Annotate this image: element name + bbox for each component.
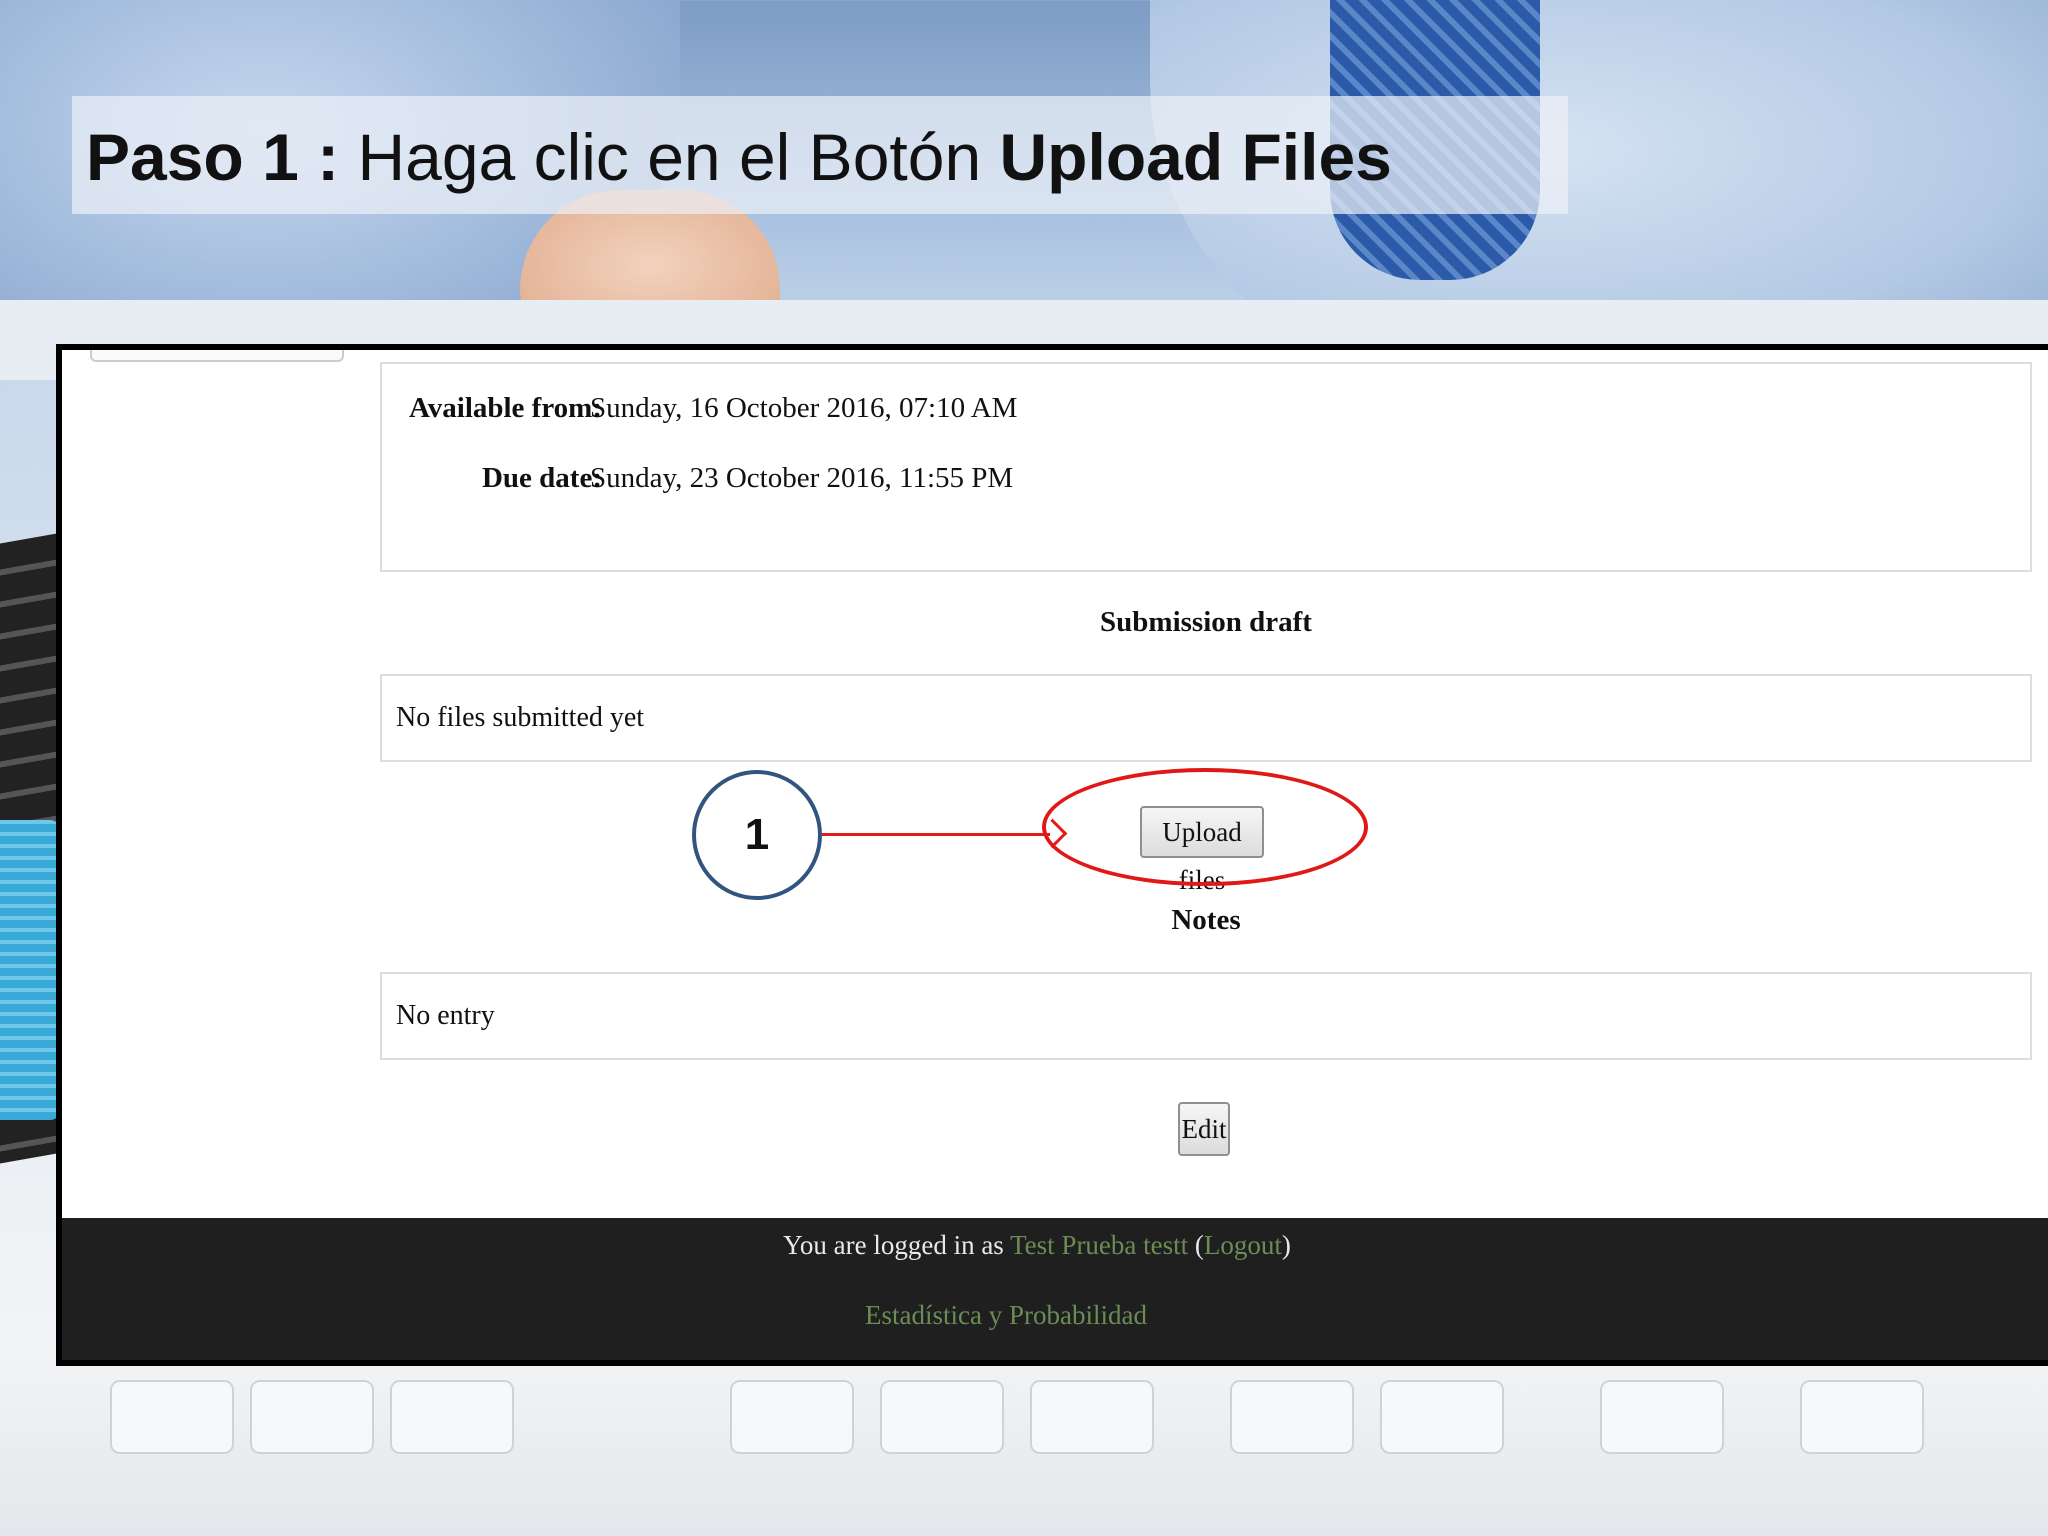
background-key <box>1230 1380 1354 1454</box>
notes-heading: Notes <box>1171 904 1241 936</box>
assignment-screenshot: Available from: Sunday, 16 October 2016,… <box>56 344 2048 1366</box>
files-status: No files submitted yet <box>396 702 645 733</box>
edit-button[interactable]: Edit <box>1178 1102 1230 1156</box>
block-tab <box>90 350 344 362</box>
logout-close-paren: ) <box>1281 1230 1291 1260</box>
background-key <box>1800 1380 1924 1454</box>
submission-draft-heading: Submission draft <box>1100 606 1312 638</box>
slide-title: Paso 1 : Haga clic en el Botón Upload Fi… <box>86 112 1392 202</box>
background-key <box>250 1380 374 1454</box>
course-home-link[interactable]: Estadística y Probabilidad <box>62 1300 2048 1331</box>
background-key <box>390 1380 514 1454</box>
notes-box: No entry <box>380 972 2032 1060</box>
notes-entry: No entry <box>396 1000 495 1031</box>
title-step: Paso 1 : <box>86 120 340 194</box>
highlight-ellipse <box>1042 768 1368 886</box>
course-name: Estadística y Probabilidad <box>865 1300 1147 1330</box>
page-footer: You are logged in as Test Prueba testt (… <box>62 1218 2048 1360</box>
background-key <box>730 1380 854 1454</box>
step-number-badge: 1 <box>692 770 822 900</box>
title-instruction: Haga clic en el Botón <box>339 120 1000 194</box>
due-date-value: Sunday, 23 October 2016, 11:55 PM <box>590 462 1014 494</box>
login-info: You are logged in as Test Prueba testt (… <box>62 1230 2048 1261</box>
title-button-name: Upload Files <box>999 120 1392 194</box>
background-calculator <box>0 820 60 1120</box>
user-profile-link[interactable]: Test Prueba testt <box>1010 1230 1188 1260</box>
available-from-value: Sunday, 16 October 2016, 07:10 AM <box>590 392 1018 424</box>
background-key <box>1380 1380 1504 1454</box>
logout-link[interactable]: Logout <box>1204 1230 1282 1260</box>
logout-open-paren: ( <box>1188 1230 1204 1260</box>
background-key <box>1030 1380 1154 1454</box>
assignment-content: Available from: Sunday, 16 October 2016,… <box>62 350 2048 1218</box>
available-from-label: Available from: <box>408 392 602 424</box>
background-key <box>1600 1380 1724 1454</box>
dates-table: Available from: Sunday, 16 October 2016,… <box>380 362 2032 572</box>
background-keyboard-bottom <box>0 1360 2048 1536</box>
logged-in-prefix: You are logged in as <box>783 1230 1011 1260</box>
files-box: No files submitted yet <box>380 674 2032 762</box>
background-key <box>880 1380 1004 1454</box>
annotation-arrow <box>822 833 1050 836</box>
background-key <box>110 1380 234 1454</box>
due-date-label: Due date: <box>481 462 602 494</box>
